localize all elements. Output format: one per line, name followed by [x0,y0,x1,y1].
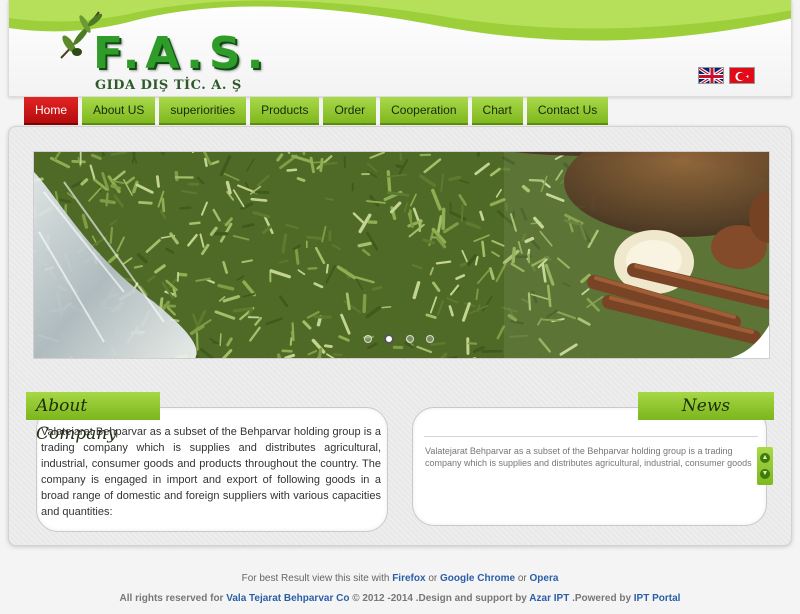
dried-herbs-photo [34,152,769,358]
designer-link[interactable]: Azar IPT [529,593,569,604]
nav-item-products[interactable]: Products [250,97,320,125]
or-text-1: or [428,573,438,584]
slider-dot-4[interactable] [426,335,434,343]
nav-item-order[interactable]: Order [323,97,377,125]
news-text: Valatejarat Behparvar as a subset of the… [425,446,752,468]
nav-item-cooperation[interactable]: Cooperation [380,97,468,125]
nav-item-about-us[interactable]: About US [82,97,156,125]
scroll-down-icon[interactable]: ▼ [760,469,770,479]
chrome-link[interactable]: Google Chrome [440,573,515,584]
powered-by-link[interactable]: IPT Portal [634,593,681,604]
slider-pagination [364,334,434,344]
logo-subtitle: GIDA DIŞ TİC. A. Ş [95,78,242,93]
copyright-footer: All rights reserved for Vala Tejarat Beh… [0,593,800,604]
image-slider[interactable] [33,151,770,359]
scroll-up-icon[interactable]: ▲ [760,453,770,463]
design-prefix: .Design and support by [415,593,527,604]
firefox-link[interactable]: Firefox [392,573,425,584]
nav-item-chart[interactable]: Chart [471,97,523,125]
browser-recommendation: For best Result view this site with Fire… [0,573,800,584]
slider-dot-1[interactable] [364,335,372,343]
main-nav: Home About US superiorities Products Ord… [24,97,609,125]
news-divider [424,436,758,437]
turkish-flag-icon[interactable] [729,67,755,84]
slide-image [34,152,769,358]
about-text: Valatejarat Behparvar as a subset of the… [41,426,381,518]
browsers-prefix: For best Result view this site with [241,573,390,584]
logo-title: F.A.S. [93,28,270,79]
news-title: News [638,392,774,420]
english-flag-icon[interactable] [698,67,724,84]
nav-item-home[interactable]: Home [24,97,79,125]
logo[interactable]: F.A.S. GIDA DIŞ TİC. A. Ş [55,6,285,96]
slider-dot-3[interactable] [406,335,414,343]
about-title: About Company [26,392,160,444]
or-text-2: or [517,573,527,584]
company-link[interactable]: Vala Tejarat Behparvar Co [226,593,349,604]
news-scroll-control: ▲ ▼ [757,447,773,485]
copyright-years: © 2012 -2014 [352,593,413,604]
powered-prefix: .Powered by [572,593,631,604]
site-header: F.A.S. GIDA DIŞ TİC. A. Ş [8,0,792,97]
slider-dot-2[interactable] [384,334,394,344]
nav-item-superiorities[interactable]: superiorities [159,97,247,125]
nav-item-contact-us[interactable]: Contact Us [526,97,609,125]
rights-prefix: All rights reserved for [119,593,224,604]
opera-link[interactable]: Opera [530,573,559,584]
